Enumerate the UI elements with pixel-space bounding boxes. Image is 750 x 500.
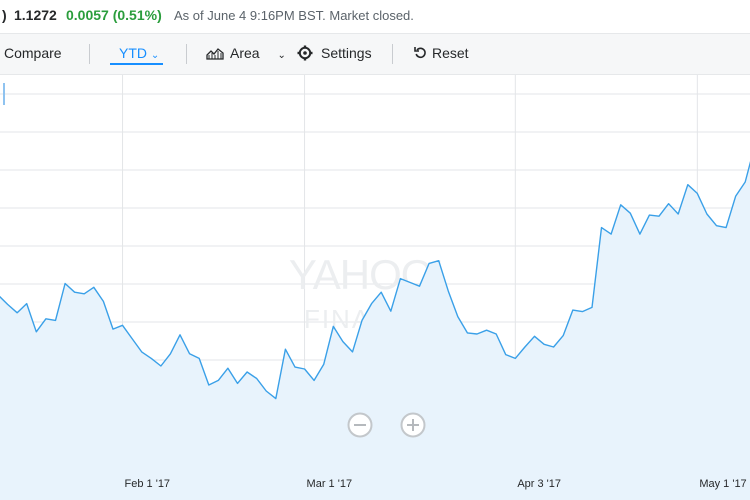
chevron-down-icon: ⌄ — [277, 50, 286, 61]
zoom-in-button[interactable] — [400, 412, 426, 438]
settings-label: Settings — [321, 45, 372, 61]
x-tick-label: May 1 '17 — [699, 478, 746, 490]
area-chart-icon — [206, 48, 224, 60]
reset-label: Reset — [432, 45, 469, 61]
symbol-paren: ) — [2, 7, 7, 23]
reset-icon — [414, 47, 426, 59]
gear-icon — [297, 45, 313, 61]
price-chart[interactable]: YAHOO! FINANCE Feb 1 '17Mar 1 '17Apr 3 '… — [0, 75, 750, 500]
range-selector-ytd[interactable]: YTD ⌄ — [119, 44, 159, 65]
x-tick-label: Mar 1 '17 — [307, 478, 353, 490]
compare-button[interactable]: Compare — [4, 44, 62, 62]
last-price: 1.1272 — [14, 7, 57, 23]
series-area-fill — [0, 163, 750, 500]
x-tick-label: Apr 3 '17 — [517, 478, 561, 490]
toolbar-divider — [89, 44, 90, 64]
x-tick-label: Feb 1 '17 — [125, 478, 171, 490]
range-label: YTD — [119, 45, 147, 61]
range-selected-indicator — [110, 63, 163, 65]
toolbar-divider — [392, 44, 393, 64]
chart-type-label: Area — [230, 45, 260, 61]
market-status: As of June 4 9:16PM BST. Market closed. — [174, 8, 414, 23]
chart-type-selector[interactable]: Area ⌄ — [206, 44, 286, 65]
toolbar-divider — [186, 44, 187, 64]
price-change: 0.0057 (0.51%) — [66, 7, 162, 23]
settings-button[interactable]: Settings — [297, 44, 372, 62]
zoom-out-button[interactable] — [347, 412, 373, 438]
quote-header: ) 1.1272 0.0057 (0.51%) As of June 4 9:1… — [0, 0, 750, 32]
chart-toolbar: Compare YTD ⌄ Area ⌄ Settings Reset — [0, 33, 750, 75]
chevron-down-icon: ⌄ — [150, 50, 160, 61]
reset-button[interactable]: Reset — [414, 44, 469, 62]
